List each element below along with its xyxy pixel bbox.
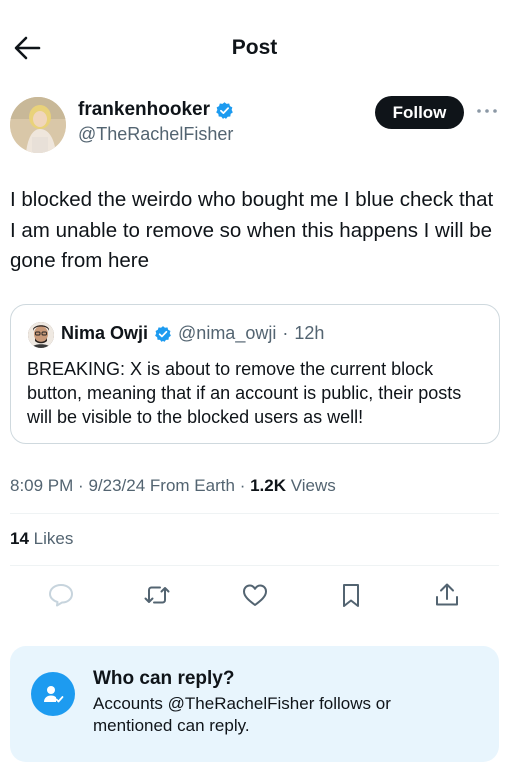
divider xyxy=(10,513,499,514)
author-handle[interactable]: @TheRachelFisher xyxy=(78,124,233,145)
header: Post xyxy=(0,0,509,90)
likes-row[interactable]: 14 Likes xyxy=(10,529,73,549)
author-name[interactable]: frankenhooker xyxy=(78,99,210,121)
reply-restriction-text: Accounts @TheRachelFisher follows or men… xyxy=(93,694,391,735)
bookmark-icon xyxy=(343,584,359,607)
repost-icon xyxy=(144,586,170,604)
bookmark-button[interactable] xyxy=(336,581,366,609)
like-icon xyxy=(243,584,267,606)
share-icon xyxy=(436,583,458,606)
post-page: Post frankenhooker @TheRachelFisher Foll… xyxy=(0,0,509,768)
quoted-time: 12h xyxy=(294,323,325,343)
quoted-handle: @nima_owji xyxy=(178,323,277,343)
post-time: 8:09 PM xyxy=(10,476,74,495)
quoted-avatar-image xyxy=(28,322,54,348)
avatar[interactable] xyxy=(10,97,66,153)
quoted-author-name: Nima Owji xyxy=(61,323,149,343)
reply-restriction-notice: Who can reply? Accounts @TheRachelFisher… xyxy=(10,646,499,762)
like-button[interactable] xyxy=(240,581,270,609)
verified-badge-icon xyxy=(216,101,233,119)
person-check-icon xyxy=(44,686,64,703)
divider xyxy=(10,565,499,566)
likes-label: Likes xyxy=(33,529,74,548)
post-date: 9/23/24 xyxy=(88,476,146,495)
author-name-row: frankenhooker xyxy=(78,99,234,121)
post-source: From Earth xyxy=(149,476,235,495)
quoted-avatar xyxy=(28,322,54,348)
views-count: 1.2K xyxy=(250,476,287,495)
quoted-text: BREAKING: X is about to remove the curre… xyxy=(27,359,462,427)
verified-badge-icon xyxy=(155,325,171,342)
meta-separator: · xyxy=(78,476,84,495)
quoted-separator: · xyxy=(282,323,289,343)
tweet-text: I blocked the weirdo who bought me I blu… xyxy=(10,188,494,272)
views-label: Views xyxy=(290,476,336,495)
post-meta: 8:09 PM · 9/23/24 From Earth · 1.2K View… xyxy=(10,476,336,496)
meta-separator: · xyxy=(239,476,246,495)
share-button[interactable] xyxy=(432,581,462,609)
quoted-header: Nima Owji @nima_owji · 12h xyxy=(61,323,324,344)
repost-button[interactable] xyxy=(142,581,172,609)
reply-icon xyxy=(49,584,73,607)
reply-button[interactable] xyxy=(46,581,76,609)
quoted-post[interactable]: Nima Owji @nima_owji · 12h BREAKING: X i… xyxy=(10,304,500,444)
avatar-image xyxy=(10,97,66,153)
more-horizontal-icon xyxy=(477,109,497,113)
reply-restriction-badge xyxy=(31,672,75,716)
page-title: Post xyxy=(231,36,278,59)
more-button[interactable] xyxy=(475,103,499,119)
reply-restriction-title: Who can reply? xyxy=(93,668,235,689)
likes-count: 14 xyxy=(10,529,29,548)
follow-button[interactable]: Follow xyxy=(375,96,464,129)
